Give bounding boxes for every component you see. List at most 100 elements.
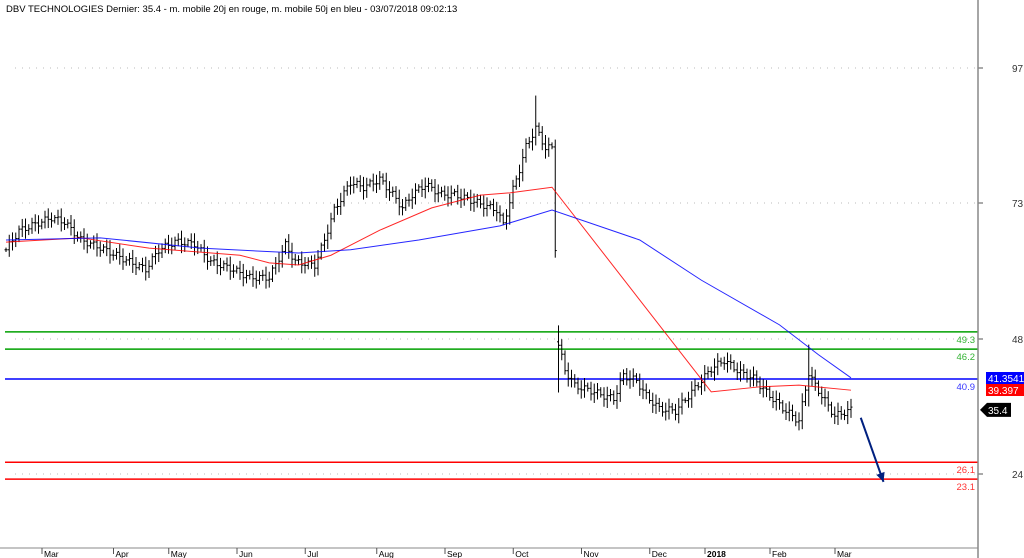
ohlc-bar: [778, 392, 781, 410]
ohlc-bar: [677, 398, 681, 424]
ohlc-bar: [602, 387, 606, 407]
ohlc-bar: [667, 398, 671, 420]
ohlc-bar: [703, 365, 707, 392]
ohlc-bar: [820, 386, 824, 405]
ohlc-bar: [768, 385, 772, 401]
x-tick-label: Nov: [584, 549, 600, 558]
ohlc-bar: [329, 212, 333, 240]
ohlc-bar: [267, 271, 271, 288]
ohlc-bar: [771, 390, 775, 409]
ohlc-bar: [245, 269, 248, 284]
ohlc-bar: [570, 369, 573, 388]
ohlc-bar: [687, 391, 690, 408]
ohlc-bar: [469, 189, 473, 211]
ohlc-bar: [241, 263, 245, 287]
ohlc-bar: [618, 372, 622, 402]
ohlc-bar: [394, 186, 398, 204]
ohlc-bar: [176, 233, 180, 247]
last-price-label: 35.4: [988, 406, 1008, 417]
ohlc-bar: [79, 231, 83, 243]
ohlc-bar: [261, 269, 265, 281]
ohlc-bar: [206, 246, 209, 270]
ohlc-bar: [726, 352, 729, 373]
ohlc-bar: [173, 236, 177, 250]
ohlc-bar: [664, 402, 668, 421]
ohlc-bar: [232, 264, 235, 278]
ohlc-bar: [98, 241, 102, 257]
ma-value-label: 41.3541: [988, 374, 1024, 385]
ohlc-bar: [427, 177, 430, 193]
ohlc-bar: [527, 136, 531, 149]
y-tick-label: 73: [1012, 199, 1024, 210]
ohlc-bar: [804, 385, 807, 407]
ohlc-bar: [417, 184, 421, 193]
ohlc-bar: [576, 377, 580, 395]
ohlc-bar: [612, 390, 616, 405]
ohlc-bar: [553, 139, 557, 258]
ohlc-bar: [657, 397, 661, 412]
ohlc-bar: [674, 403, 677, 421]
ohlc-bar: [264, 266, 268, 289]
x-tick-label: Feb: [772, 549, 787, 558]
ohlc-bar: [180, 230, 183, 254]
ohlc-bar: [27, 224, 31, 236]
ohlc-bar: [794, 411, 798, 427]
ohlc-bar: [144, 256, 148, 281]
ohlc-bar: [95, 233, 99, 257]
ohlc-bar: [163, 238, 167, 254]
ohlc-bar: [150, 253, 154, 270]
ohlc-bar: [423, 177, 427, 199]
ohlc-bar: [518, 164, 521, 187]
ohlc-bar: [589, 381, 593, 401]
ohlc-bar: [219, 257, 222, 276]
y-tick-label: 48: [1012, 335, 1024, 346]
ohlc-bar: [505, 209, 508, 230]
ohlc-bar: [30, 217, 34, 234]
ohlc-bar: [310, 255, 313, 269]
ohlc-bar: [690, 381, 694, 408]
x-tick-label: Jul: [307, 549, 318, 558]
ohlc-bar: [511, 179, 515, 209]
ohlc-bar: [514, 175, 518, 190]
ohlc-bar: [817, 380, 820, 397]
ohlc-bar: [781, 400, 785, 414]
x-tick-label: May: [171, 549, 188, 558]
ohlc-bar: [628, 370, 632, 389]
ohlc-bar: [128, 252, 131, 266]
ohlc-bar: [401, 199, 404, 216]
ohlc-bar: [342, 185, 346, 207]
ohlc-bar: [797, 412, 801, 431]
ohlc-bar: [131, 249, 135, 273]
ohlc-bar: [46, 208, 50, 229]
ohlc-bar: [609, 388, 612, 402]
ohlc-bar: [557, 325, 560, 393]
ohlc-bar: [583, 377, 586, 398]
ohlc-bar: [813, 369, 817, 391]
ohlc-bar: [706, 366, 710, 379]
y-tick-label: 97: [1012, 64, 1024, 75]
ohlc-bar: [670, 402, 674, 414]
level-label: 23.1: [957, 482, 976, 493]
ohlc-bar: [300, 251, 304, 274]
ohlc-bar: [800, 393, 804, 430]
ohlc-bar: [592, 383, 596, 403]
ohlc-bar: [742, 364, 746, 379]
ohlc-bar: [111, 249, 115, 261]
ohlc-bar: [271, 265, 274, 283]
ohlc-bar: [761, 379, 765, 398]
x-tick-label: Mar: [44, 549, 59, 558]
ohlc-bar: [4, 247, 8, 252]
ohlc-bar: [50, 212, 53, 228]
ohlc-bar: [563, 350, 567, 375]
x-tick-label: Jun: [239, 549, 253, 558]
ohlc-bar: [388, 181, 391, 201]
ohlc-bar: [391, 186, 395, 198]
price-chart: DBV TECHNOLOGIES Dernier: 35.4 - m. mobi…: [0, 0, 1024, 558]
ohlc-bar: [371, 173, 375, 192]
ohlc-bar: [287, 234, 291, 259]
ohlc-bar: [501, 212, 505, 226]
ohlc-bar: [722, 356, 726, 370]
ohlc-bar: [7, 234, 11, 257]
level-label: 40.9: [957, 382, 976, 393]
ohlc-bar: [625, 368, 629, 386]
